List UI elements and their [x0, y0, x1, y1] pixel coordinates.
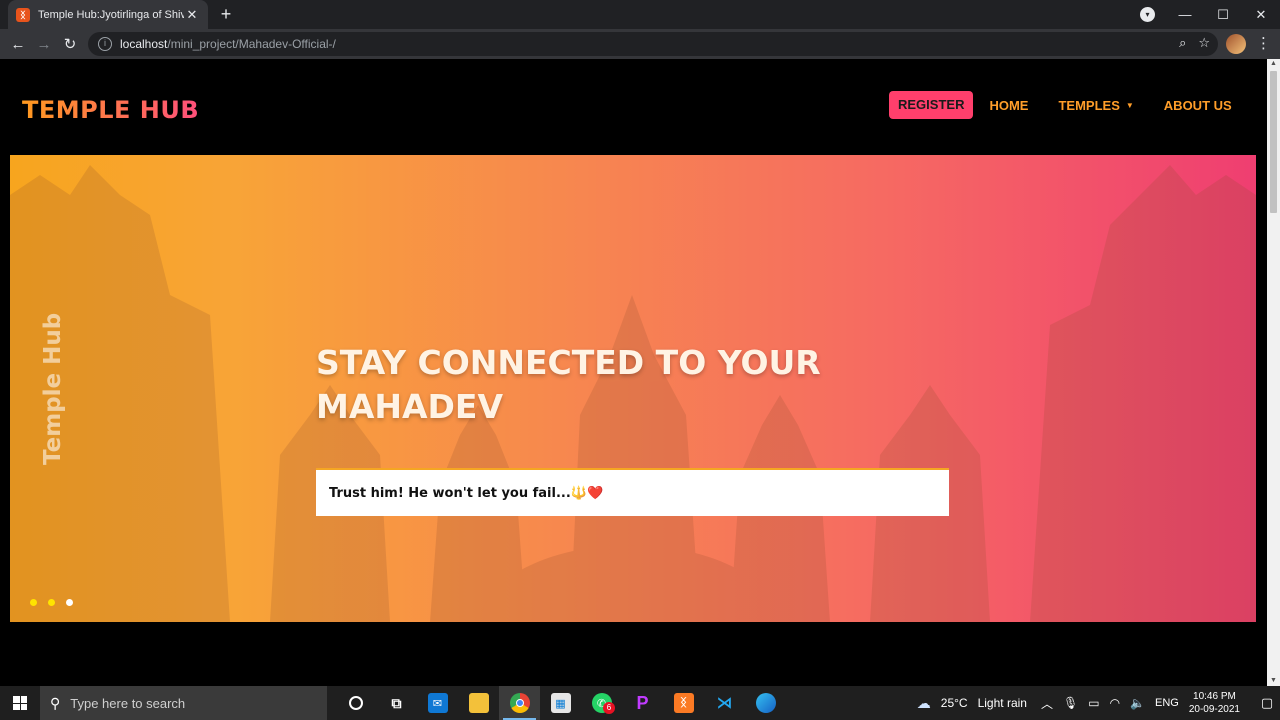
store-icon[interactable]: ▦ — [540, 686, 581, 720]
scroll-up-arrow-icon[interactable]: ▲ — [1267, 59, 1280, 69]
zoom-icon[interactable]: ⌕ — [1179, 35, 1186, 51]
tab-search-icon[interactable]: ▾ — [1140, 7, 1155, 22]
minimize-button[interactable]: — — [1166, 0, 1204, 29]
quote-text: Trust him! He won't let you fail...🔱❤️ — [329, 485, 604, 501]
clock-date: 20-09-2021 — [1188, 704, 1240, 715]
taskbar-search-box[interactable]: ⚲ Type here to search — [40, 686, 327, 720]
taskbar-search-placeholder: Type here to search — [70, 695, 186, 711]
new-tab-button[interactable]: + — [216, 4, 236, 24]
site-brand-logo[interactable]: TEMPLE HUB — [22, 96, 199, 124]
web-page: TEMPLE HUB REGISTER HOME TEMPLES ▼ ABOUT … — [0, 59, 1267, 686]
volume-icon[interactable]: 🔈 — [1130, 696, 1145, 710]
page-scrollbar[interactable]: ▲ ▼ — [1267, 59, 1280, 686]
tab-title: Temple Hub:Jyotirlinga of Shiva — [38, 8, 184, 21]
windows-taskbar: ⚲ Type here to search ⧉ ✉ ▦ ✆ 6 P ᛝ ⋊ ☁ 2… — [0, 686, 1280, 720]
nav-about-label: ABOUT US — [1163, 97, 1232, 113]
url-host: localhost — [120, 37, 168, 51]
wifi-icon[interactable]: ◠ — [1110, 696, 1120, 710]
browser-menu-icon[interactable]: ⋮ — [1256, 34, 1271, 52]
carousel-dot-3[interactable] — [66, 599, 73, 606]
chrome-icon[interactable] — [499, 686, 540, 720]
reload-button[interactable]: ↻ — [57, 35, 83, 53]
xampp-favicon-icon: ᛝ — [16, 7, 30, 22]
scrollbar-thumb[interactable] — [1270, 71, 1277, 213]
weather-icon[interactable]: ☁ — [917, 695, 931, 712]
hero-side-label: Temple Hub — [40, 312, 66, 465]
system-tray: ☁ 25°C Light rain ︿ 🎙 ▭ ◠ 🔈 ENG 10:46 PM… — [917, 686, 1280, 720]
file-explorer-icon[interactable] — [458, 686, 499, 720]
address-bar[interactable]: i localhost /mini_project/Mahadev-Offici… — [88, 32, 1218, 56]
nav-home-label: HOME — [989, 97, 1029, 113]
close-window-button[interactable]: ✕ — [1242, 0, 1280, 29]
nav-home-link[interactable]: HOME — [989, 98, 1028, 113]
cortana-icon[interactable] — [335, 686, 376, 720]
weather-temp[interactable]: 25°C — [941, 696, 968, 710]
nav-temples-dropdown[interactable]: TEMPLES ▼ — [1058, 98, 1133, 113]
picsart-icon[interactable]: P — [622, 686, 663, 720]
xampp-icon[interactable]: ᛝ — [663, 686, 704, 720]
start-button[interactable] — [0, 686, 40, 720]
bookmark-star-icon[interactable]: ☆ — [1198, 35, 1210, 51]
carousel-dot-2[interactable] — [48, 599, 55, 606]
maximize-button[interactable]: ☐ — [1204, 0, 1242, 29]
whatsapp-badge: 6 — [603, 702, 615, 714]
task-view-icon[interactable]: ⧉ — [376, 686, 417, 720]
register-button[interactable]: REGISTER — [889, 91, 974, 119]
back-button[interactable]: ← — [5, 36, 31, 53]
site-navbar: REGISTER HOME TEMPLES ▼ ABOUT US — [889, 91, 1232, 119]
forward-button[interactable]: → — [31, 36, 57, 53]
close-tab-icon[interactable]: ✕ — [184, 7, 200, 23]
nav-about-link[interactable]: ABOUT US — [1164, 98, 1232, 113]
search-icon: ⚲ — [50, 694, 61, 711]
clock[interactable]: 10:46 PM 20-09-2021 — [1189, 690, 1240, 716]
site-info-icon[interactable]: i — [98, 37, 112, 51]
weather-desc[interactable]: Light rain — [978, 696, 1027, 710]
windows-logo-icon — [13, 696, 27, 710]
hero-carousel: Temple Hub STAY CONNECTED TO YOUR MAHADE… — [10, 155, 1256, 622]
quote-box: Trust him! He won't let you fail...🔱❤️ — [316, 468, 949, 516]
edge-icon[interactable] — [745, 686, 786, 720]
browser-tab-bar: ᛝ Temple Hub:Jyotirlinga of Shiva ✕ + ▾ … — [0, 0, 1280, 29]
nav-temples-label: TEMPLES — [1058, 97, 1120, 113]
clock-time: 10:46 PM — [1193, 691, 1236, 702]
carousel-dot-1[interactable] — [30, 599, 37, 606]
browser-toolbar: ← → ↻ i localhost /mini_project/Mahadev-… — [0, 29, 1280, 59]
browser-tab[interactable]: ᛝ Temple Hub:Jyotirlinga of Shiva ✕ — [8, 0, 208, 29]
hero-headline: STAY CONNECTED TO YOUR MAHADEV — [316, 343, 821, 426]
profile-avatar[interactable] — [1226, 34, 1246, 54]
url-path: /mini_project/Mahadev-Official-/ — [167, 37, 336, 51]
microphone-icon[interactable]: 🎙 — [1063, 696, 1078, 710]
show-hidden-icons-icon[interactable]: ︿ — [1041, 695, 1053, 712]
whatsapp-icon[interactable]: ✆ 6 — [581, 686, 622, 720]
carousel-indicators — [30, 599, 73, 606]
notifications-icon[interactable]: ▢ — [1254, 695, 1280, 711]
vscode-icon[interactable]: ⋊ — [704, 686, 745, 720]
battery-icon[interactable]: ▭ — [1088, 696, 1099, 710]
scroll-down-arrow-icon[interactable]: ▼ — [1267, 676, 1280, 686]
mail-icon[interactable]: ✉ — [417, 686, 458, 720]
language-indicator[interactable]: ENG — [1155, 697, 1179, 709]
caret-down-icon: ▼ — [1125, 100, 1134, 110]
